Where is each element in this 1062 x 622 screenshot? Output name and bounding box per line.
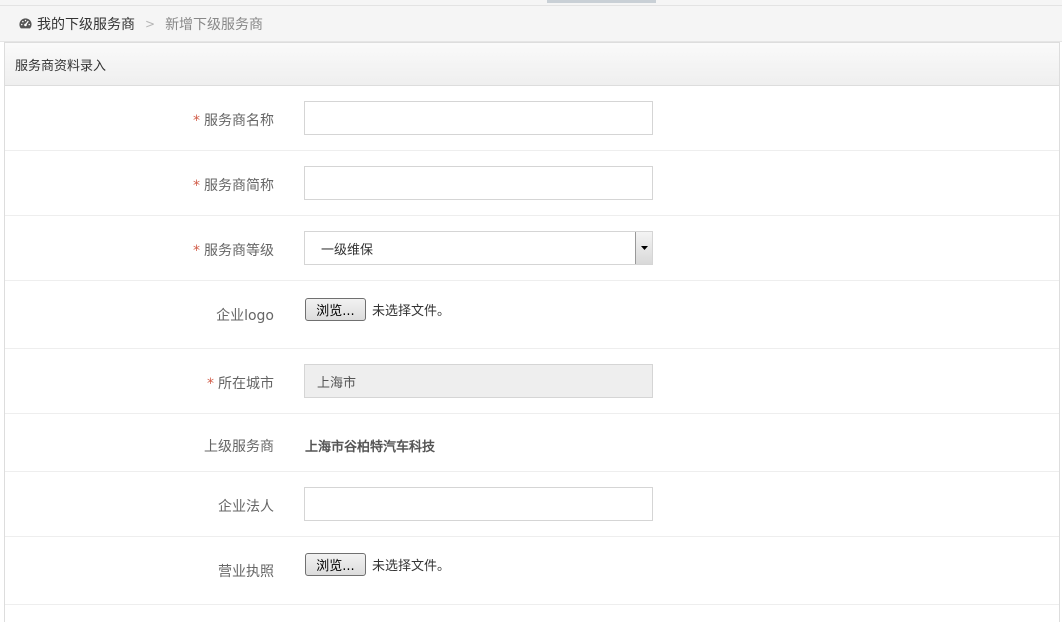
city-label: * 所在城市 [207,376,274,392]
provider-form-panel: 服务商资料录入 * 服务商名称 * 服务商简称 * 服务商等级 一级维保 企业logo… [4,42,1060,622]
provider-name-input[interactable] [304,101,653,135]
company-logo-browse-button[interactable]: 浏览... [305,298,366,321]
breadcrumb-current: 新增下级服务商 [165,16,264,33]
form-row-provider-level: * 服务商等级 一级维保 [5,216,1059,281]
panel-title: 服务商资料录入 [5,43,1059,86]
provider-short-name-label: * 服务商简称 [193,178,274,194]
parent-provider-label: 上级服务商 [204,439,274,455]
business-license-file-picker: 浏览... 未选择文件。 [305,553,450,576]
provider-level-selected: 一级维保 [321,242,374,258]
required-mark: * [207,376,214,392]
legal-person-label: 企业法人 [218,499,274,515]
breadcrumb-home-link[interactable]: 我的下级服务商 [37,14,135,34]
company-logo-label: 企业logo [216,308,274,324]
company-logo-file-status: 未选择文件。 [372,304,451,319]
form-row-company-logo: 企业logo 浏览... 未选择文件。 [5,281,1059,349]
dropdown-arrow-icon[interactable] [635,232,652,264]
business-license-browse-button[interactable]: 浏览... [305,553,366,576]
form-row-legal-person: 企业法人 [5,472,1059,537]
form-row-parent-provider: 上级服务商 上海市谷柏特汽车科技 [5,414,1059,472]
provider-level-label: * 服务商等级 [193,243,274,259]
parent-provider-value: 上海市谷柏特汽车科技 [305,440,436,455]
form-row-business-license: 营业执照 浏览... 未选择文件。 [5,537,1059,605]
form-row-provider-name: * 服务商名称 [5,86,1059,151]
provider-name-label: * 服务商名称 [193,113,274,129]
breadcrumb-separator: > [145,16,156,31]
business-license-label: 营业执照 [218,564,274,580]
company-logo-file-picker: 浏览... 未选择文件。 [305,298,450,321]
provider-level-select[interactable]: 一级维保 [304,231,653,265]
form-row-provider-short-name: * 服务商简称 [5,151,1059,216]
breadcrumb: 我的下级服务商 > 新增下级服务商 [0,6,1062,42]
dashboard-icon [18,16,33,31]
required-mark: * [193,243,200,259]
active-tab-indicator [547,0,656,3]
provider-short-name-input[interactable] [304,166,653,200]
required-mark: * [193,178,200,194]
legal-person-input[interactable] [304,487,653,521]
city-input [304,364,653,398]
business-license-file-status: 未选择文件。 [372,559,451,574]
form-row-city: * 所在城市 [5,349,1059,414]
required-mark: * [193,113,200,129]
